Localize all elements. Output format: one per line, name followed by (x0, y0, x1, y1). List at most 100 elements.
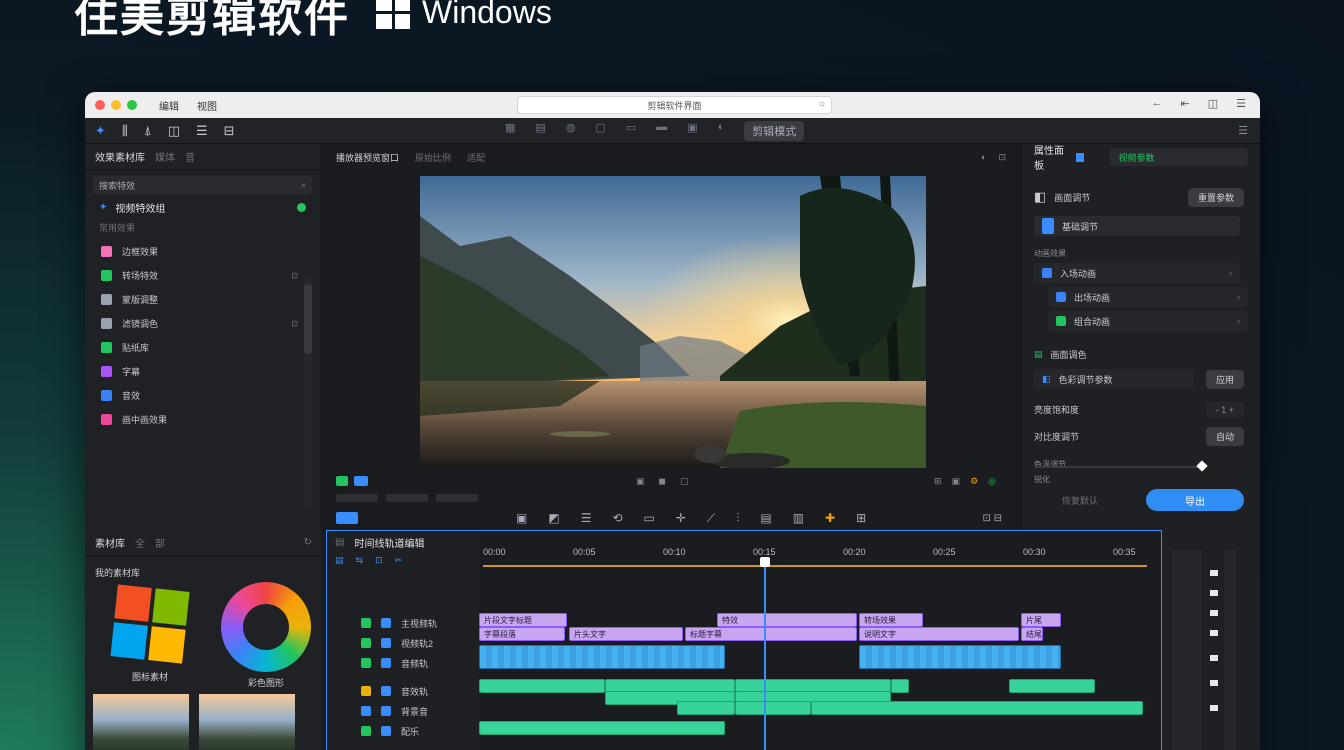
brightness-stepper[interactable]: - 1 + (1205, 401, 1244, 418)
timeline-clip[interactable]: 片头文字 (569, 627, 683, 641)
export-frame-icon[interactable]: ⊞ (856, 511, 866, 526)
sidebar-toggle-icon[interactable]: ◫ (1208, 97, 1218, 110)
asset-tile-icon[interactable]: 图标素材 (105, 582, 195, 689)
magnet-icon[interactable]: ⊡ (375, 555, 383, 566)
animation-item[interactable]: 组合动画 › (1048, 311, 1248, 331)
effect-more-icon[interactable]: ⊡ (291, 271, 298, 280)
effect-item[interactable]: 转场特效 ⊡ (101, 264, 310, 288)
track-lock-icon[interactable] (381, 618, 391, 628)
timeline-clip[interactable]: 转场效果 (859, 613, 923, 627)
loop-icon[interactable]: ◎ (988, 476, 996, 487)
effect-item[interactable]: 边框效果 (101, 240, 310, 264)
temperature-slider[interactable] (1036, 460, 1208, 472)
next-frame-icon[interactable]: ▢ (680, 476, 689, 487)
track-label[interactable]: 视频轨2 (327, 633, 479, 653)
audio-icon[interactable]: ▬ (656, 121, 667, 141)
track-lock-icon[interactable] (381, 726, 391, 736)
mark-out-icon[interactable] (354, 476, 368, 486)
text-tool-icon[interactable]: ⍋ (144, 123, 152, 139)
timeline-clip[interactable] (677, 701, 735, 715)
prev-frame-icon[interactable]: ▣ (636, 476, 645, 487)
timeline-clip[interactable]: 字幕段落 (479, 627, 565, 641)
animation-item[interactable]: 出场动画 › (1048, 287, 1248, 307)
toolbar-menu-icon[interactable]: ☰ (1238, 124, 1248, 137)
media-icon[interactable]: ▭ (626, 121, 636, 141)
split-tool-icon[interactable]: ⫼ (122, 123, 128, 139)
inspector-field[interactable]: 视频参数 (1110, 148, 1248, 166)
sticker-icon[interactable]: ▣ (687, 121, 697, 141)
align-icon[interactable]: ☰ (581, 511, 592, 526)
asset-tile-ring[interactable]: 彩色图形 (221, 582, 311, 689)
asset-thumbnail[interactable] (93, 694, 189, 750)
stop-icon[interactable]: ◼ (659, 476, 666, 487)
effect-item[interactable]: 画中画效果 (101, 408, 310, 432)
frame-icon[interactable]: ▢ (595, 121, 605, 141)
track-label[interactable]: 背景音 (327, 701, 479, 721)
edit-mode-tag[interactable] (336, 512, 358, 524)
effect-item[interactable]: 蒙版调整 (101, 288, 310, 312)
timeline-menu-icon[interactable]: ▤ (335, 537, 344, 548)
reload-icon[interactable]: ○ (819, 99, 825, 110)
minimize-window-icon[interactable] (111, 100, 121, 110)
search-icon[interactable]: ⌕ (301, 180, 306, 191)
transform-icon[interactable]: ◩ (548, 511, 559, 526)
razor-icon[interactable]: ✂ (395, 555, 403, 566)
track-lock-icon[interactable] (381, 658, 391, 668)
effect-item[interactable]: 音效 (101, 384, 310, 408)
hamburger-icon[interactable]: ☰ (1236, 97, 1246, 110)
animation-item[interactable]: 入场动画 › (1034, 263, 1240, 283)
folder-icon[interactable]: ▥ (793, 511, 804, 526)
safe-area-icon[interactable]: ⊞ (934, 476, 942, 487)
track-label[interactable]: 音频轨 (327, 653, 479, 673)
export-tool-icon[interactable]: ⊟ (224, 123, 235, 139)
effect-item[interactable]: 滤镜调色 ⊡ (101, 312, 310, 336)
color-param-field[interactable]: ◧ 色彩调节参数 (1034, 369, 1194, 389)
crop-icon[interactable]: ▣ (516, 511, 527, 526)
effect-group-header[interactable]: ✦ 视频特效组 (99, 200, 306, 215)
timeline-clip[interactable]: 结尾字幕 (1021, 627, 1043, 641)
fullscreen-icon[interactable]: ⊡ (998, 152, 1006, 163)
track-label[interactable]: 音效轨 (327, 681, 479, 701)
timeline-clip[interactable] (479, 721, 725, 735)
effects-tab-media[interactable]: 媒体 (155, 149, 175, 164)
track-lock-icon[interactable] (381, 706, 391, 716)
apply-color-button[interactable]: 应用 (1205, 369, 1244, 389)
freeze-icon[interactable]: ▤ (760, 511, 771, 526)
asset-tab-part[interactable]: 部 (155, 535, 165, 550)
mark-in-icon[interactable] (336, 476, 348, 486)
timeline-clip[interactable]: 片段文字标题 (479, 613, 567, 627)
filter-icon[interactable]: ◐ (718, 121, 725, 141)
speed-icon[interactable]: ⫶ (736, 511, 739, 526)
menu-view[interactable]: 视图 (197, 98, 217, 113)
reset-params-button[interactable]: 重置参数 (1187, 187, 1244, 207)
magic-icon[interactable]: ⟋ (707, 511, 715, 526)
link-icon[interactable]: ⇆ (356, 555, 364, 566)
color-picker-icon[interactable]: ◐ (981, 152, 986, 163)
effect-item[interactable]: 字幕 (101, 360, 310, 384)
preview-tab-fit[interactable]: 适配 (467, 151, 485, 164)
timeline-ruler[interactable]: 00:00 00:05 00:10 00:15 00:20 00:25 00:30 00:35 (483, 541, 1147, 567)
effects-search[interactable]: 搜索特效 ⌕ (93, 176, 312, 194)
playhead[interactable] (760, 557, 770, 750)
select-tool-icon[interactable]: ✦ (95, 123, 106, 139)
collapse-icon[interactable]: ⇤ (1181, 97, 1190, 110)
timeline-clip[interactable] (735, 701, 811, 715)
preview-tab-ratio[interactable]: 原始比例 (415, 151, 451, 164)
timeline-clip[interactable] (479, 645, 725, 669)
asset-tab-all[interactable]: 全 (135, 535, 145, 550)
timeline-clip[interactable]: 标题字幕 (685, 627, 857, 641)
effects-icon[interactable]: ◍ (566, 121, 576, 141)
address-bar[interactable]: 剪辑软件界面 ○ (517, 96, 832, 114)
layout-tool-icon[interactable]: ◫ (168, 123, 180, 139)
effects-scrollbar[interactable] (304, 274, 312, 509)
caption-icon[interactable]: ▭ (644, 511, 655, 526)
add-marker-icon[interactable]: ✛ (676, 511, 686, 526)
contrast-auto-button[interactable]: 自动 (1205, 427, 1244, 446)
timeline-clip[interactable] (859, 645, 1061, 669)
track-label[interactable]: 主视频轨 (327, 613, 479, 633)
timeline-clip[interactable]: 说明文字 (859, 627, 1019, 641)
snap-icon[interactable]: ▤ (335, 555, 344, 566)
rotate-icon[interactable]: ⟲ (612, 511, 622, 526)
effect-item[interactable]: 贴纸库 (101, 336, 310, 360)
timeline-clip[interactable] (479, 679, 605, 693)
